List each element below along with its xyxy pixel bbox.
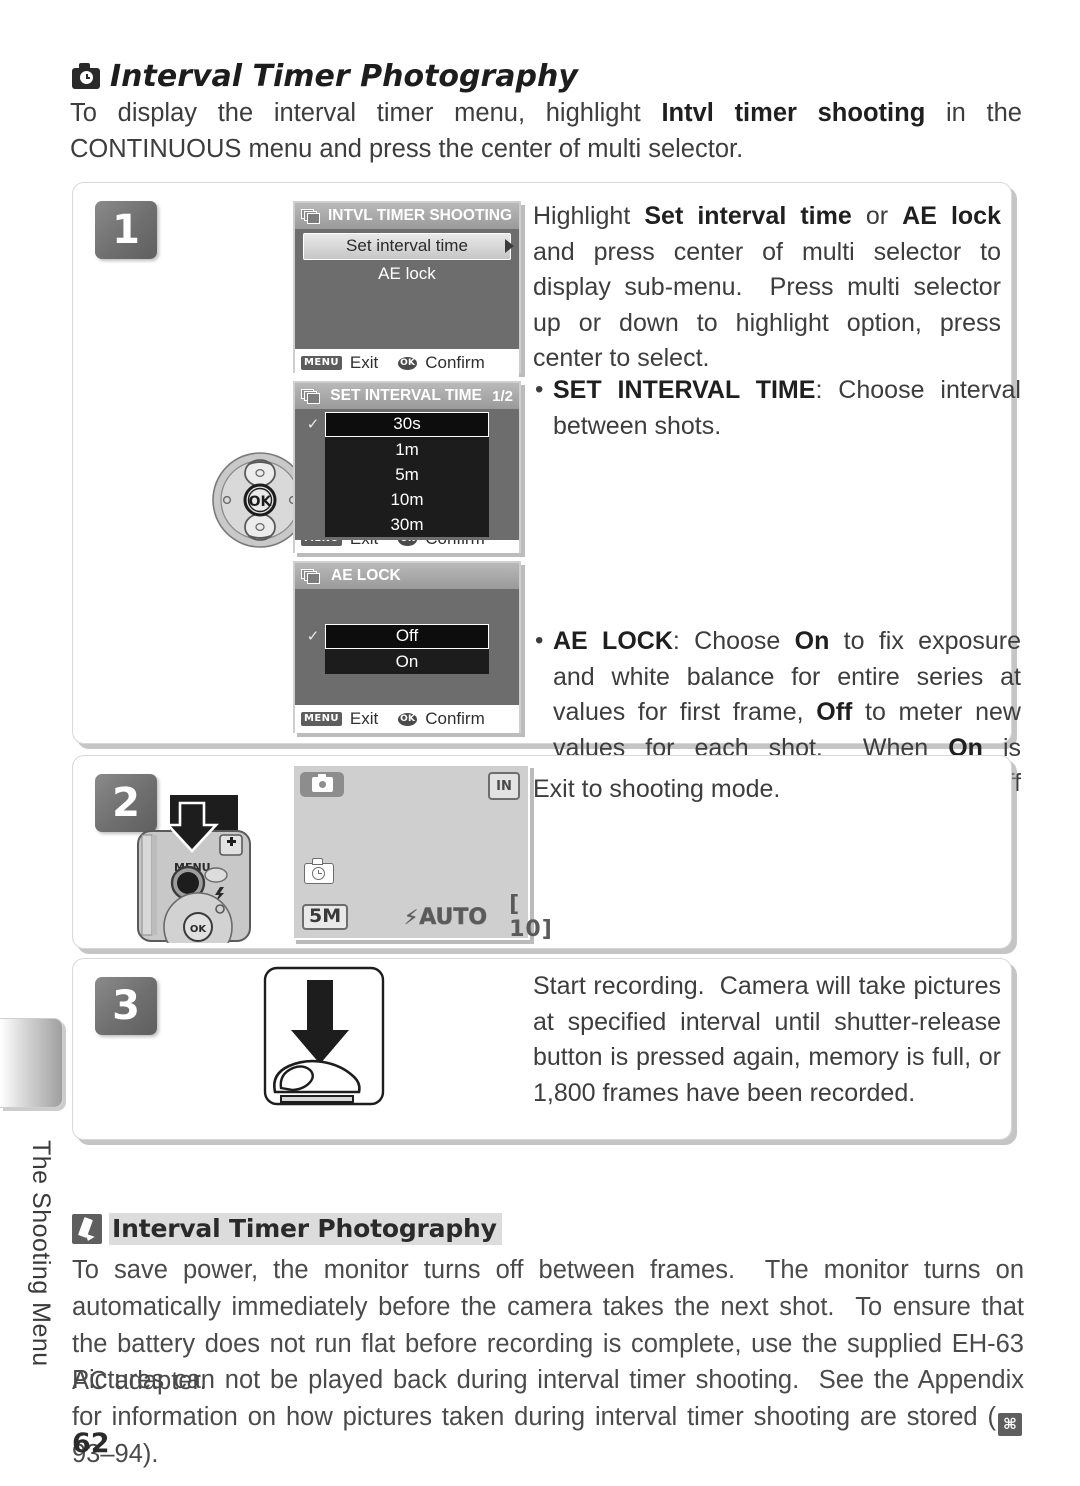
ok-button-chip: OK (398, 356, 418, 370)
pencil-note-icon (72, 1214, 102, 1244)
step-1-bullet-set-interval-time: SET INTERVAL TIME: Choose interval betwe… (533, 373, 1021, 444)
camera-mode-icon (300, 772, 344, 797)
page-indicator: 1/2 (492, 387, 513, 405)
camera-back-menu-button-icon: MENU OK (137, 795, 251, 943)
screen-title: AE LOCK (331, 567, 401, 584)
exit-label: Exit (349, 353, 379, 372)
menu-button-chip: MENU (301, 356, 342, 370)
step-1-panel: 1 OK INTVL TIMER SHOOTING Set interval t… (72, 182, 1021, 833)
image-size-indicator: 5M (302, 904, 349, 930)
screen-title-bar: SET INTERVAL TIME 1/2 (295, 383, 519, 409)
screen-option-list: ✓ Off On (295, 589, 519, 705)
screen-set-interval-time: SET INTERVAL TIME 1/2 ✓ 30s 1m 5m 10m 30… (293, 381, 521, 553)
section-thumb-tab (0, 1018, 63, 1108)
svg-text:OK: OK (190, 924, 208, 935)
intro-paragraph: To display the interval timer menu, high… (70, 99, 1022, 164)
option-on[interactable]: On (325, 649, 489, 674)
camera-clock-icon (72, 63, 100, 89)
continuous-shooting-icon (301, 568, 320, 584)
flash-bolt-icon: ⚡ (404, 905, 419, 930)
exit-label: Exit (349, 709, 379, 728)
option-10m[interactable]: 10m (325, 487, 489, 512)
page-title: Interval Timer Photography (110, 58, 578, 94)
frames-remaining-indicator: [ 10] (509, 892, 553, 942)
note-paragraph-2: Pictures can not be played back during i… (72, 1366, 1024, 1469)
screen-title-bar: AE LOCK (295, 563, 519, 589)
step-1-description: Highlight Set interval time or AE lock a… (533, 202, 1001, 372)
screen-footer: MENU Exit OK Confirm (295, 705, 519, 733)
option-30s[interactable]: 30s (325, 412, 489, 437)
interval-timer-icon (304, 858, 334, 884)
svg-text:OK: OK (249, 494, 273, 510)
submenu-arrow-icon (505, 239, 514, 253)
menu-item-ae-lock[interactable]: AE lock (295, 260, 519, 287)
option-1m[interactable]: 1m (325, 437, 489, 462)
screen-menu-list: Set interval time AE lock (295, 229, 519, 349)
screen-title: INTVL TIMER SHOOTING (328, 207, 512, 224)
continuous-shooting-icon (301, 208, 320, 224)
live-view-status-bar: 5M ⚡ AUTO [ 10] (294, 892, 552, 942)
step-number-badge-3: 3 (95, 977, 157, 1035)
screen-ae-lock: AE LOCK ✓ Off On MENU Exit OK Confirm (293, 561, 521, 733)
manual-page: Interval Timer Photography To display th… (0, 0, 1080, 1486)
screen-title: SET INTERVAL TIME (330, 387, 482, 404)
menu-item-set-interval-time[interactable]: Set interval time (303, 233, 514, 260)
option-off[interactable]: Off (325, 624, 489, 649)
confirm-label: Confirm (425, 353, 485, 372)
menu-button-chip: MENU (301, 712, 342, 726)
page-number: 62 (72, 1428, 110, 1459)
continuous-shooting-icon (301, 388, 320, 404)
page-heading: Interval Timer Photography (72, 56, 1022, 96)
note-heading: Interval Timer Photography (72, 1213, 502, 1245)
section-label: The Shooting Menu (27, 1140, 55, 1367)
step-number-badge-1: 1 (95, 201, 157, 259)
step-2-description: Exit to shooting mode. (533, 775, 781, 803)
option-30m[interactable]: 30m (325, 512, 489, 537)
internal-memory-indicator: IN (488, 772, 520, 800)
step-3-panel: 3 Start recording. Camera will take pict… (72, 958, 1012, 1140)
shutter-release-press-icon (263, 966, 385, 1106)
flash-mode-indicator: ⚡ AUTO (404, 904, 488, 930)
screen-footer: MENU Exit OK Confirm (295, 349, 519, 377)
step-3-description: Start recording. Camera will take pictur… (533, 972, 1001, 1107)
selected-checkmark-icon: ✓ (306, 628, 320, 645)
screen-option-list: ✓ 30s 1m 5m 10m 30m (295, 409, 519, 540)
selected-checkmark-icon: ✓ (306, 416, 320, 433)
option-5m[interactable]: 5m (325, 462, 489, 487)
screen-intvl-timer-shooting: INTVL TIMER SHOOTING Set interval time A… (293, 201, 521, 377)
confirm-label: Confirm (425, 709, 485, 728)
ok-button-chip: OK (398, 712, 418, 726)
screen-title-bar: INTVL TIMER SHOOTING (295, 203, 519, 229)
note-title: Interval Timer Photography (109, 1213, 502, 1245)
live-view-display: IN 5M ⚡ AUTO [ 10] (292, 764, 552, 942)
